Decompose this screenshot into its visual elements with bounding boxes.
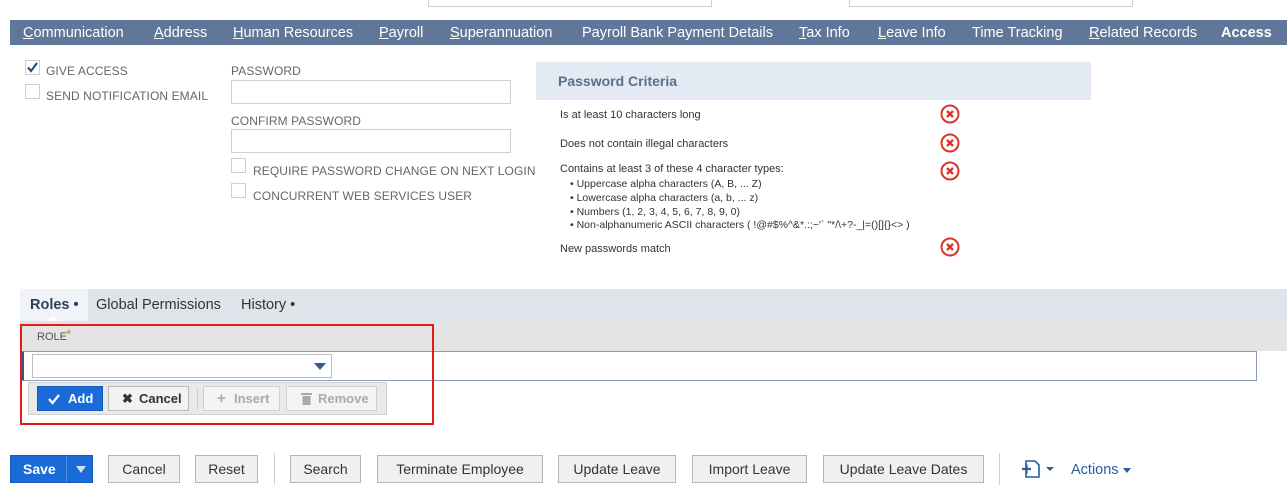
update-leave-button[interactable]: Update Leave — [558, 455, 676, 483]
sublist-tab-history[interactable]: History • — [241, 297, 295, 313]
reset-button[interactable]: Reset — [195, 455, 258, 483]
criteria-passwords-match: New passwords match — [560, 243, 671, 255]
top-field-2[interactable] — [849, 0, 1133, 7]
tab-related-records[interactable]: Related Records — [1089, 20, 1197, 45]
tab-time-tracking[interactable]: Time Tracking — [972, 20, 1063, 45]
require-password-change-checkbox[interactable] — [231, 158, 246, 173]
sublist-tab-global-permissions[interactable]: Global Permissions — [96, 297, 221, 313]
cancel-button[interactable]: Cancel — [108, 455, 180, 483]
tab-tax-info[interactable]: Tax Info — [799, 20, 850, 45]
send-notification-label: SEND NOTIFICATION EMAIL — [46, 89, 209, 103]
password-criteria-header: Password Criteria — [536, 62, 1091, 100]
tab-payroll-bank-payment-details[interactable]: Payroll Bank Payment Details — [582, 20, 773, 45]
criteria-length: Is at least 10 characters long — [560, 109, 701, 121]
tab-leave-info[interactable]: Leave Info — [878, 20, 946, 45]
actions-label: Actions — [1071, 462, 1119, 478]
criteria-bullet-uppercase: • Uppercase alpha characters (A, B, ... … — [570, 178, 762, 190]
confirm-password-input[interactable] — [231, 129, 511, 153]
save-button-label: Save — [23, 461, 56, 477]
search-button[interactable]: Search — [290, 455, 361, 483]
divider — [999, 453, 1000, 485]
criteria-bullet-nonalphanumeric: • Non-alphanumeric ASCII characters ( !@… — [570, 219, 910, 231]
concurrent-web-services-label: CONCURRENT WEB SERVICES USER — [253, 189, 473, 203]
password-input[interactable] — [231, 80, 511, 104]
send-notification-checkbox[interactable] — [25, 84, 40, 99]
give-access-checkbox[interactable] — [25, 60, 40, 75]
tab-superannuation[interactable]: Superannuation — [450, 20, 552, 45]
password-criteria-title: Password Criteria — [558, 73, 678, 89]
tab-address[interactable]: Address — [154, 20, 207, 45]
criteria-char-types: Contains at least 3 of these 4 character… — [560, 163, 784, 175]
criteria-illegal-chars: Does not contain illegal characters — [560, 138, 729, 150]
divider — [66, 456, 67, 482]
actions-menu[interactable]: Actions — [1071, 462, 1131, 478]
error-x-icon — [940, 133, 960, 153]
top-field-1[interactable] — [428, 0, 712, 7]
criteria-bullet-numbers: • Numbers (1, 2, 3, 4, 5, 6, 7, 8, 9, 0) — [570, 206, 741, 218]
caret-down-icon — [1122, 468, 1131, 473]
concurrent-web-services-checkbox[interactable] — [231, 183, 246, 198]
checkmark-icon — [27, 62, 38, 73]
error-x-icon — [940, 104, 960, 124]
confirm-password-label: CONFIRM PASSWORD — [231, 114, 362, 128]
tab-access[interactable]: Access — [1221, 20, 1272, 45]
caret-down-icon[interactable] — [76, 466, 86, 474]
tab-payroll[interactable]: Payroll — [379, 20, 423, 45]
update-leave-dates-button[interactable]: Update Leave Dates — [823, 455, 984, 483]
save-button[interactable]: Save — [10, 455, 93, 483]
import-leave-button[interactable]: Import Leave — [692, 455, 807, 483]
tab-human-resources[interactable]: Human Resources — [233, 20, 353, 45]
password-label: PASSWORD — [231, 64, 301, 78]
tab-communication[interactable]: Communication — [23, 20, 124, 45]
highlight-box — [20, 324, 434, 425]
criteria-bullet-lowercase: • Lowercase alpha characters (a, b, ... … — [570, 192, 759, 204]
give-access-label: GIVE ACCESS — [46, 64, 128, 78]
subtab-bar: Communication Address Human Resources Pa… — [10, 20, 1287, 45]
error-x-icon — [940, 161, 960, 181]
new-document-icon[interactable] — [1022, 459, 1056, 479]
require-password-change-label: REQUIRE PASSWORD CHANGE ON NEXT LOGIN — [253, 164, 536, 178]
sublist-tab-roles[interactable]: Roles • — [30, 297, 79, 313]
error-x-icon — [940, 237, 960, 257]
terminate-employee-button[interactable]: Terminate Employee — [377, 455, 543, 483]
divider — [274, 453, 275, 485]
